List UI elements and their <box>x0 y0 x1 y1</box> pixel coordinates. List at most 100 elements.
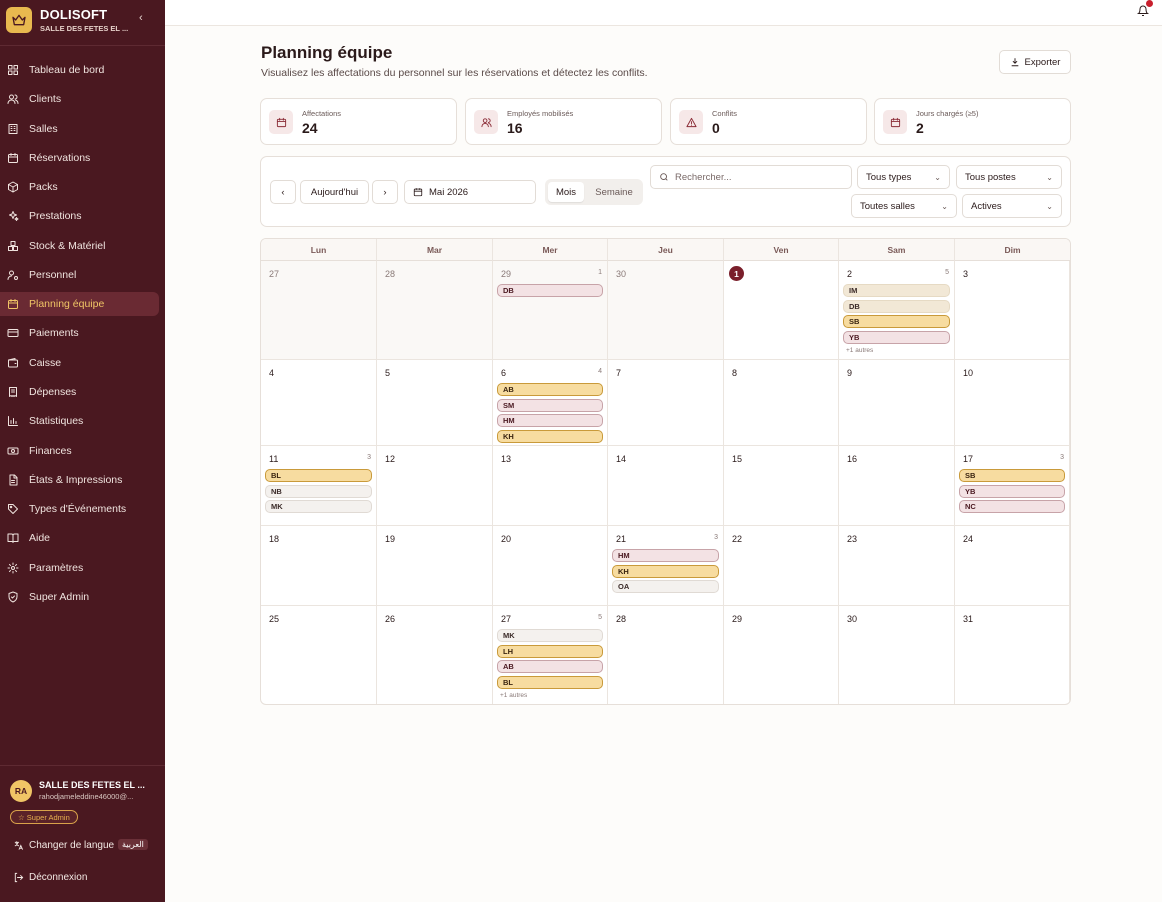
sidebar-item-7[interactable]: Personnel <box>0 263 159 287</box>
assignment-chip[interactable]: HM <box>497 414 603 427</box>
calendar-day-cell[interactable]: 2 5 IM DB SB YB +1 autres <box>839 261 955 360</box>
type-select[interactable]: Tous types ⌄ <box>857 165 950 189</box>
calendar-day-cell[interactable]: 30 <box>839 606 955 704</box>
calendar-day-cell[interactable]: 17 3 SB YB NC <box>955 446 1070 526</box>
calendar-day-cell[interactable]: 27 <box>261 261 377 360</box>
brand-subtitle: SALLE DES FETES EL ... <box>40 24 129 33</box>
sidebar-item-18[interactable]: Super Admin <box>0 585 159 609</box>
assignment-chip[interactable]: KH <box>612 564 719 578</box>
calendar-day-cell[interactable]: 4 <box>261 360 377 446</box>
sidebar-item-17[interactable]: Paramètres <box>0 556 159 580</box>
assignment-chip[interactable]: DB <box>843 299 950 313</box>
sidebar-item-1[interactable]: Clients <box>0 87 159 111</box>
sidebar-item-13[interactable]: Finances <box>0 439 159 463</box>
assignment-chip[interactable]: SB <box>843 315 950 328</box>
assignment-chip[interactable]: DB <box>497 284 603 297</box>
calendar-day-cell[interactable]: 25 <box>261 606 377 704</box>
calendar-day-cell[interactable]: 23 <box>839 526 955 606</box>
sidebar-item-3[interactable]: Réservations <box>0 146 159 170</box>
calendar-day-cell[interactable]: 11 3 BL NB MK <box>261 446 377 526</box>
avatar[interactable]: RA <box>10 780 32 802</box>
calendar-icon <box>413 188 423 197</box>
calendar-day-cell[interactable]: 18 <box>261 526 377 606</box>
sidebar-item-11[interactable]: Dépenses <box>0 380 159 404</box>
assignment-chip[interactable]: MK <box>497 629 603 642</box>
next-month-button[interactable]: › <box>372 180 398 204</box>
calendar-day-cell[interactable]: 15 <box>724 446 839 526</box>
sidebar-item-2[interactable]: Salles <box>0 117 159 141</box>
calendar-day-cell[interactable]: 16 <box>839 446 955 526</box>
assignment-chip[interactable]: KH <box>497 429 603 443</box>
calendar-day-cell[interactable]: 29 <box>724 606 839 704</box>
month-picker[interactable]: Mai 2026 <box>404 180 536 204</box>
calendar-day-cell[interactable]: 14 <box>608 446 724 526</box>
assignment-chip[interactable]: HM <box>612 549 719 562</box>
sidebar-item-12[interactable]: Statistiques <box>0 409 159 433</box>
calendar-day-cell[interactable]: 12 <box>377 446 493 526</box>
calendar-day-cell[interactable]: 8 <box>724 360 839 446</box>
calendar-day-cell[interactable]: 21 3 HM KH OA <box>608 526 724 606</box>
view-month-button[interactable]: Mois <box>548 182 584 202</box>
calendar-day-cell[interactable]: 1 <box>724 261 839 360</box>
sidebar-item-10[interactable]: Caisse <box>0 351 159 375</box>
calendar-day-cell[interactable]: 28 <box>608 606 724 704</box>
calendar-day-cell[interactable]: 19 <box>377 526 493 606</box>
sidebar-item-8[interactable]: Planning équipe <box>0 292 159 316</box>
more-assignments-link[interactable]: +1 autres <box>846 347 873 354</box>
sidebar-item-14[interactable]: États & Impressions <box>0 468 159 492</box>
calendar-day-cell[interactable]: 6 4 AB SM HM KH <box>493 360 608 446</box>
post-select[interactable]: Tous postes ⌄ <box>956 165 1062 189</box>
export-button[interactable]: Exporter <box>999 50 1071 74</box>
sidebar-item-4[interactable]: Packs <box>0 175 159 199</box>
assignment-chip[interactable]: IM <box>843 284 950 297</box>
assignment-count: 3 <box>714 534 718 541</box>
language-chip[interactable]: العربية <box>118 839 148 850</box>
status-select[interactable]: Actives ⌄ <box>962 194 1062 218</box>
calendar-day-cell[interactable]: 10 <box>955 360 1070 446</box>
calendar-day-cell[interactable]: 27 5 MK LH AB BL +1 autres <box>493 606 608 704</box>
calendar-day-cell[interactable]: 26 <box>377 606 493 704</box>
sidebar-item-6[interactable]: Stock & Matériel <box>0 234 159 258</box>
sidebar-item-5[interactable]: Prestations <box>0 204 159 228</box>
calendar-day-cell[interactable]: 3 <box>955 261 1070 360</box>
sidebar-item-15[interactable]: Types d'Événements <box>0 497 159 521</box>
calendar-day-cell[interactable]: 7 <box>608 360 724 446</box>
calendar-day-cell[interactable]: 5 <box>377 360 493 446</box>
assignment-chip[interactable]: OA <box>612 580 719 593</box>
assignment-chip[interactable]: MK <box>265 500 372 513</box>
stat-card: Affectations 24 <box>260 98 457 145</box>
sidebar-item-16[interactable]: Aide <box>0 526 159 550</box>
assignment-chip[interactable]: NB <box>265 484 372 498</box>
assignment-chip[interactable]: YB <box>959 484 1065 498</box>
calendar-day-cell[interactable]: 9 <box>839 360 955 446</box>
assignment-chip[interactable]: SB <box>959 469 1065 482</box>
room-select[interactable]: Toutes salles ⌄ <box>851 194 957 218</box>
view-week-button[interactable]: Semaine <box>587 182 641 202</box>
assignment-chip[interactable]: AB <box>497 660 603 673</box>
calendar-day-cell[interactable]: 31 <box>955 606 1070 704</box>
calendar-day-cell[interactable]: 13 <box>493 446 608 526</box>
calendar-day-cell[interactable]: 29 1 DB <box>493 261 608 360</box>
calendar-day-cell[interactable]: 20 <box>493 526 608 606</box>
day-number: 30 <box>847 614 858 624</box>
sidebar-item-9[interactable]: Paiements <box>0 321 159 345</box>
more-assignments-link[interactable]: +1 autres <box>500 692 527 699</box>
assignment-chip[interactable]: NC <box>959 500 1065 513</box>
assignment-chip[interactable]: YB <box>843 330 950 344</box>
sidebar-item-0[interactable]: Tableau de bord <box>0 58 159 82</box>
warning-icon <box>679 110 703 134</box>
search-input[interactable]: Rechercher... <box>650 165 852 189</box>
assignment-chip[interactable]: SM <box>497 398 603 412</box>
assignment-chip[interactable]: AB <box>497 383 603 396</box>
assignment-chip[interactable]: BL <box>265 469 372 482</box>
today-button[interactable]: Aujourd'hui <box>300 180 369 204</box>
calendar-day-cell[interactable]: 30 <box>608 261 724 360</box>
calendar-day-cell[interactable]: 22 <box>724 526 839 606</box>
calendar-day-cell[interactable]: 28 <box>377 261 493 360</box>
collapse-sidebar-icon[interactable]: ‹ <box>139 12 143 24</box>
calendar-day-cell[interactable]: 24 <box>955 526 1070 606</box>
assignment-chip[interactable]: BL <box>497 675 603 689</box>
prev-month-button[interactable]: ‹ <box>270 180 296 204</box>
day-number: 13 <box>501 454 512 464</box>
assignment-chip[interactable]: LH <box>497 644 603 658</box>
